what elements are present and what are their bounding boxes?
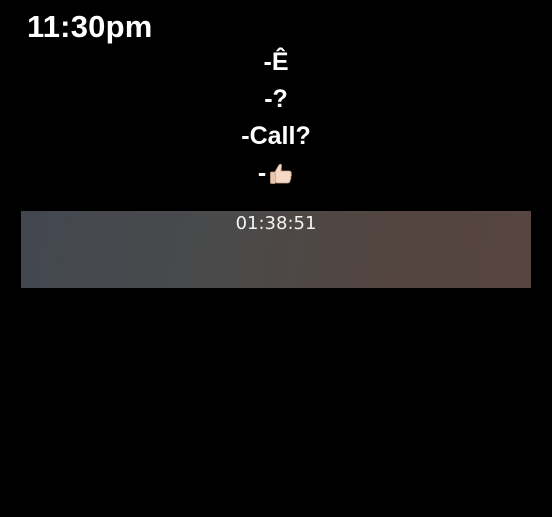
- message-line: -: [0, 155, 552, 192]
- message-text: -: [257, 159, 267, 187]
- call-banner[interactable]: 01:38:51: [21, 211, 531, 288]
- call-duration: 01:38:51: [235, 213, 317, 234]
- message-text: -Ê: [263, 48, 289, 76]
- message-text: -?: [264, 85, 288, 113]
- thumbs-up-icon: [268, 161, 294, 187]
- message-line: -?: [0, 81, 552, 118]
- time-caption: 11:30pm: [27, 9, 153, 44]
- message-line: -Call?: [0, 118, 552, 155]
- message-text: -Call?: [241, 122, 311, 150]
- message-line: -Ê: [0, 44, 552, 81]
- message-list: -Ê -? -Call? -: [0, 44, 552, 192]
